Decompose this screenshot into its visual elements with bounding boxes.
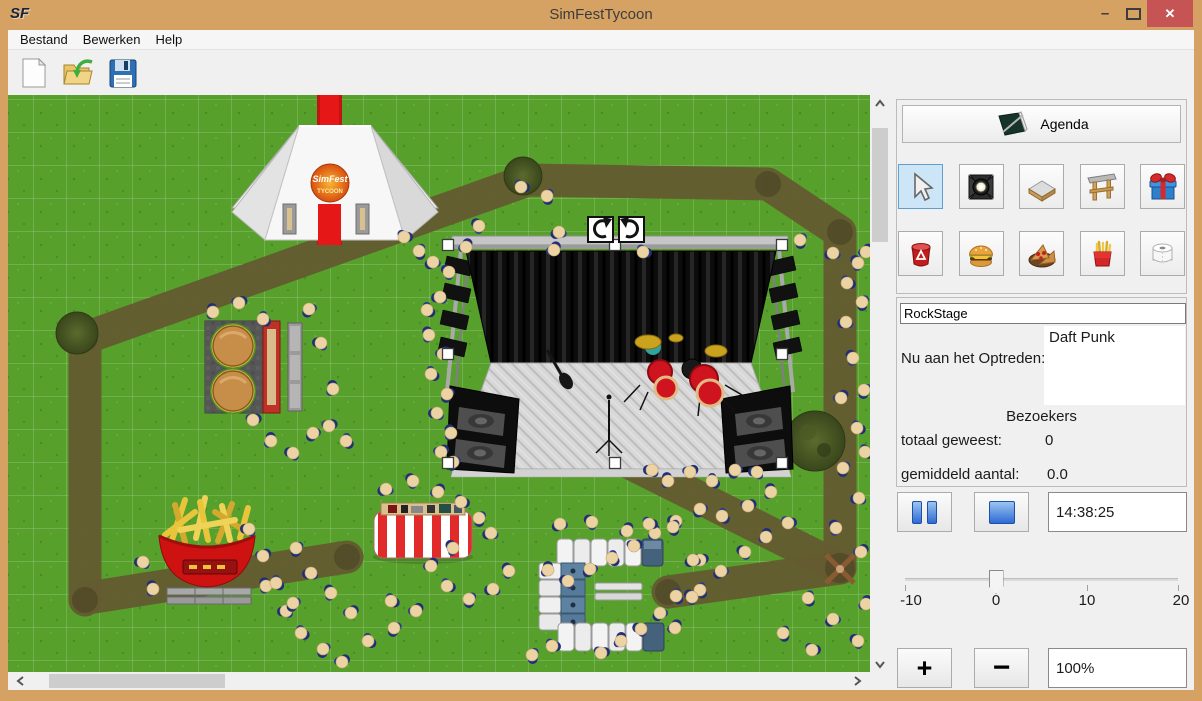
vertical-scrollbar[interactable]	[870, 95, 890, 672]
clock-value: 14:38:25	[1056, 504, 1114, 521]
toolbar	[8, 50, 1194, 95]
zoom-level-field: 100%	[1048, 648, 1187, 688]
tool-select[interactable]	[898, 164, 943, 209]
agenda-label: Agenda	[1040, 116, 1088, 132]
scroll-down-icon[interactable]	[875, 659, 885, 669]
average-visitors-label: gemiddeld aantal:	[901, 466, 1019, 483]
stage-scaffold-tool-icon	[1084, 170, 1120, 204]
pizza-tool-icon	[1024, 238, 1060, 270]
stop-button[interactable]	[974, 492, 1029, 532]
zoom-in-button[interactable]: +	[897, 648, 952, 688]
app-window: SF SimFestTycoon – ✕ Bestand Bewerken He…	[0, 0, 1202, 701]
save-floppy-icon	[107, 57, 137, 89]
close-button[interactable]: ✕	[1147, 0, 1193, 27]
scrollbar-corner	[870, 672, 890, 690]
gift-tool-icon	[1145, 171, 1181, 203]
slider-label-min: -10	[900, 592, 922, 609]
scroll-up-icon[interactable]	[875, 99, 885, 109]
stage-name-input[interactable]	[900, 303, 1186, 324]
slider-label-0: 0	[992, 592, 1000, 609]
total-visitors-value: 0	[1045, 432, 1053, 449]
visitors-heading: Bezoekers	[897, 408, 1186, 425]
speed-slider-thumb[interactable]	[989, 570, 1004, 594]
clock-field: 14:38:25	[1048, 492, 1187, 532]
maximize-icon	[1126, 8, 1141, 20]
menu-bewerken[interactable]: Bewerken	[76, 30, 149, 49]
title-bar[interactable]: SF SimFestTycoon – ✕	[0, 0, 1202, 30]
agenda-button[interactable]: Agenda	[902, 105, 1181, 143]
carpet-under-tent	[318, 204, 341, 245]
save-button[interactable]	[104, 55, 140, 91]
tool-gift[interactable]	[1140, 164, 1185, 209]
tool-toilet[interactable]	[1140, 231, 1185, 276]
toilet-paper-tool-icon	[1145, 237, 1181, 271]
speed-slider-track[interactable]	[905, 578, 1178, 581]
tool-pizza-stand[interactable]	[1019, 231, 1064, 276]
tool-fries-stand[interactable]	[1080, 231, 1125, 276]
svg-text:TYCOON: TYCOON	[317, 189, 343, 195]
tools-groupbox: Agenda	[896, 99, 1187, 294]
window-content: Bestand Bewerken Help	[8, 30, 1194, 690]
tool-stage[interactable]	[1080, 164, 1125, 209]
new-document-icon	[19, 57, 49, 89]
rotate-left-button[interactable]	[588, 217, 613, 242]
scroll-right-icon[interactable]	[852, 676, 862, 686]
window-title: SimFestTycoon	[0, 6, 1202, 23]
tool-burger-stand[interactable]	[959, 231, 1004, 276]
rotate-right-button[interactable]	[619, 217, 644, 242]
bench-burger[interactable]	[288, 323, 302, 411]
open-file-button[interactable]	[60, 55, 96, 91]
total-visitors-label: totaal geweest:	[901, 432, 1002, 449]
average-visitors-value: 0.0	[1047, 466, 1068, 483]
tool-path[interactable]	[1019, 164, 1064, 209]
stage-groupbox: Daft Punk Nu aan het Optreden: Bezoekers…	[896, 297, 1187, 487]
zoom-level-value: 100%	[1056, 660, 1094, 677]
now-performing-label: Nu aan het Optreden:	[901, 350, 1045, 367]
simfest-logo: SimFest TYCOON	[311, 164, 349, 202]
tool-spotlight[interactable]	[959, 164, 1004, 209]
menu-bar: Bestand Bewerken Help	[8, 30, 1194, 50]
burger-stand[interactable]	[205, 321, 280, 414]
agenda-book-icon	[994, 110, 1028, 138]
hamburger-tool-icon	[964, 238, 998, 270]
select-tool-icon	[903, 170, 939, 204]
horizontal-scrollbar[interactable]	[8, 672, 870, 690]
now-performing-box: Daft Punk	[1044, 326, 1185, 405]
map-canvas[interactable]: SimFest TYCOON	[8, 95, 890, 690]
stage-object[interactable]	[438, 236, 802, 477]
zoom-out-button[interactable]: −	[974, 648, 1029, 688]
tool-trash-bin[interactable]	[898, 231, 943, 276]
svg-text:SimFest: SimFest	[312, 174, 348, 184]
speed-slider[interactable]: -10 0 10 20	[897, 565, 1186, 615]
pause-icon	[912, 501, 922, 524]
menu-bestand[interactable]: Bestand	[13, 30, 76, 49]
stop-icon	[989, 501, 1015, 524]
now-performing-value: Daft Punk	[1049, 329, 1115, 346]
festival-scene[interactable]: SimFest TYCOON	[8, 95, 870, 672]
fries-tool-icon	[1085, 237, 1119, 271]
toilet-row-bottom	[558, 623, 664, 651]
control-panel: Agenda	[893, 95, 1190, 690]
menu-help[interactable]: Help	[149, 30, 191, 49]
horizontal-scrollbar-thumb[interactable]	[49, 674, 225, 688]
path-tile-tool-icon	[1025, 170, 1059, 204]
new-file-button[interactable]	[16, 55, 52, 91]
striped-stall[interactable]	[373, 503, 473, 564]
slider-label-10: 10	[1079, 592, 1096, 609]
pause-button[interactable]	[897, 492, 952, 532]
spotlight-tool-icon	[964, 170, 998, 204]
maximize-button[interactable]	[1119, 8, 1147, 20]
scroll-left-icon[interactable]	[16, 676, 26, 686]
slider-label-max: 20	[1173, 592, 1190, 609]
stage-curtain	[466, 251, 776, 363]
vertical-scrollbar-thumb[interactable]	[872, 128, 888, 242]
trash-bin-tool-icon	[904, 237, 938, 271]
minimize-button[interactable]: –	[1091, 5, 1119, 22]
open-folder-icon	[61, 57, 95, 89]
